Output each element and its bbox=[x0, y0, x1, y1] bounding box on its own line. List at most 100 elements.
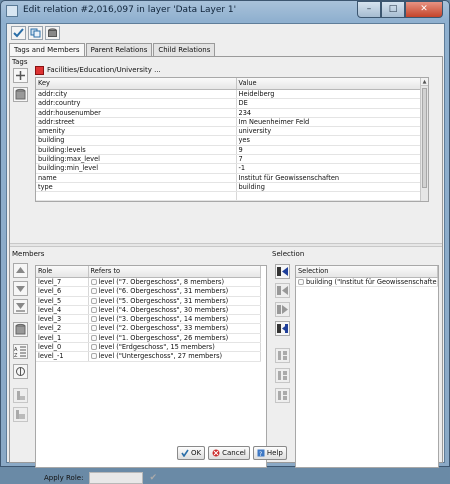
tag-row[interactable]: building:levels 9 bbox=[36, 145, 423, 156]
title-bar[interactable]: Edit relation #2,016,097 in layer 'Data … bbox=[1, 1, 449, 23]
member-ref: level ("7. Obergeschoss", 8 members) bbox=[98, 278, 225, 286]
member-role[interactable]: level_3 bbox=[36, 314, 89, 325]
app-icon bbox=[6, 5, 18, 17]
scroll-thumb[interactable] bbox=[422, 88, 427, 188]
member-role[interactable]: level_6 bbox=[36, 286, 89, 297]
tag-value[interactable]: 7 bbox=[236, 154, 423, 165]
tag-key[interactable]: type bbox=[36, 182, 237, 193]
member-row[interactable]: level_5 level ("5. Obergeschoss", 31 memb… bbox=[36, 296, 261, 306]
member-role[interactable]: level_-1 bbox=[36, 351, 89, 362]
member-row[interactable]: level_-1 level ("Untergeschoss", 27 membe… bbox=[36, 351, 261, 362]
tag-row[interactable]: addr:housenumber 234 bbox=[36, 108, 423, 118]
tag-value[interactable]: DE bbox=[236, 98, 423, 109]
refers-to-column-header[interactable]: Refers to bbox=[88, 266, 261, 278]
key-column-header[interactable]: Key bbox=[36, 78, 237, 90]
tag-value[interactable]: Institut für Geowissenschaften bbox=[236, 173, 423, 183]
tag-key[interactable]: building:max_level bbox=[36, 154, 237, 165]
tag-value[interactable]: 234 bbox=[236, 108, 423, 118]
help-button[interactable]: ? Help bbox=[252, 446, 287, 460]
tab-parent-relations[interactable]: Parent Relations bbox=[85, 43, 153, 56]
member-role[interactable]: level_7 bbox=[36, 277, 89, 288]
member-role[interactable]: level_4 bbox=[36, 305, 89, 316]
tag-row[interactable]: building:max_level 7 bbox=[36, 154, 423, 165]
tag-table-scrollbar[interactable]: ▲ bbox=[420, 78, 428, 201]
scroll-up-icon[interactable]: ▲ bbox=[421, 78, 428, 86]
tag-value[interactable]: Im Neuenheimer Feld bbox=[236, 117, 423, 128]
tag-value[interactable]: Heidelberg bbox=[236, 89, 423, 100]
apply-role-check-icon[interactable]: ✔ bbox=[149, 473, 160, 484]
selection-row[interactable]: building ("Institut für Geowissenschafte… bbox=[296, 277, 438, 288]
apply-role-input[interactable] bbox=[89, 472, 144, 484]
member-row[interactable]: level_7 level ("7. Obergeschoss", 8 membe… bbox=[36, 277, 261, 288]
tag-key[interactable]: building:levels bbox=[36, 145, 237, 156]
member-role[interactable]: level_5 bbox=[36, 296, 89, 306]
member-role[interactable]: level_2 bbox=[36, 323, 89, 334]
role-column-header[interactable]: Role bbox=[36, 266, 89, 278]
add-tag-button[interactable] bbox=[13, 68, 28, 83]
member-row[interactable]: level_3 level ("3. Obergeschoss", 14 memb… bbox=[36, 314, 261, 325]
remove-selected-button[interactable] bbox=[275, 388, 290, 403]
member-role[interactable]: level_0 bbox=[36, 342, 89, 353]
download-incomplete-button[interactable] bbox=[13, 407, 28, 422]
close-button[interactable]: ✕ bbox=[405, 1, 443, 18]
member-row[interactable]: level_2 level ("2. Obergeschoss", 33 memb… bbox=[36, 323, 261, 334]
value-column-header[interactable]: Value bbox=[236, 78, 423, 90]
split-divider[interactable] bbox=[10, 243, 442, 247]
delete-tag-button[interactable] bbox=[13, 87, 28, 102]
reverse-order-button[interactable] bbox=[13, 364, 28, 379]
add-selected-at-start-button[interactable] bbox=[275, 264, 290, 279]
tag-value[interactable]: university bbox=[236, 126, 423, 137]
select-in-list-button[interactable] bbox=[275, 368, 290, 383]
tab-tags-and-members[interactable]: Tags and Members bbox=[9, 43, 85, 56]
tag-key[interactable]: name bbox=[36, 173, 237, 183]
tag-value[interactable]: building bbox=[236, 182, 423, 193]
duplicate-relation-icon[interactable] bbox=[28, 26, 43, 40]
maximize-button[interactable]: □ bbox=[381, 1, 405, 18]
tab-child-relations[interactable]: Child Relations bbox=[153, 43, 216, 56]
add-selected-at-end-button[interactable] bbox=[275, 321, 290, 336]
tag-value[interactable]: yes bbox=[236, 135, 423, 146]
tag-row-empty[interactable] bbox=[36, 191, 423, 201]
download-members-button[interactable] bbox=[13, 388, 28, 403]
relation-preset-name: Facilities/Education/University ... bbox=[47, 66, 161, 74]
tag-key[interactable]: amenity bbox=[36, 126, 237, 137]
tag-key[interactable]: building bbox=[36, 135, 237, 146]
select-members-button[interactable] bbox=[275, 348, 290, 363]
tag-row[interactable]: addr:street Im Neuenheimer Feld bbox=[36, 117, 423, 128]
tag-row[interactable]: name Institut für Geowissenschaften bbox=[36, 173, 423, 183]
apply-icon[interactable] bbox=[11, 26, 26, 40]
tag-key[interactable]: building:min_level bbox=[36, 163, 237, 174]
add-selected-after-button[interactable] bbox=[275, 302, 290, 317]
tag-row[interactable]: addr:city Heidelberg bbox=[36, 89, 423, 100]
member-row[interactable]: level_0 level ("Erdgeschoss", 15 members) bbox=[36, 342, 261, 353]
tag-key[interactable]: addr:housenumber bbox=[36, 108, 237, 118]
member-row[interactable]: level_1 level ("1. Obergeschoss", 26 memb… bbox=[36, 333, 261, 344]
member-row[interactable]: level_4 level ("4. Obergeschoss", 30 memb… bbox=[36, 305, 261, 316]
tag-key[interactable]: addr:city bbox=[36, 89, 237, 100]
add-selected-before-button[interactable] bbox=[275, 283, 290, 298]
minimize-button[interactable]: – bbox=[357, 1, 381, 18]
tag-value[interactable]: -1 bbox=[236, 163, 423, 174]
move-bottom-button[interactable] bbox=[13, 299, 28, 314]
remove-member-button[interactable] bbox=[13, 322, 28, 337]
sort-members-button[interactable]: AZ bbox=[13, 344, 28, 359]
tag-row[interactable]: type building bbox=[36, 182, 423, 193]
ok-button[interactable]: OK bbox=[177, 446, 206, 460]
tag-key[interactable]: addr:country bbox=[36, 98, 237, 109]
member-ref: level ("3. Obergeschoss", 14 members) bbox=[98, 315, 229, 324]
member-role[interactable]: level_1 bbox=[36, 333, 89, 344]
members-section-label: Members bbox=[12, 250, 45, 258]
relation-icon bbox=[90, 306, 97, 313]
cancel-button[interactable]: Cancel bbox=[208, 446, 250, 460]
tag-row[interactable]: addr:country DE bbox=[36, 98, 423, 109]
tag-row[interactable]: building:min_level -1 bbox=[36, 163, 423, 174]
member-row[interactable]: level_6 level ("6. Obergeschoss", 31 memb… bbox=[36, 286, 261, 297]
move-down-button[interactable] bbox=[13, 281, 28, 296]
tag-value[interactable]: 9 bbox=[236, 145, 423, 156]
delete-relation-icon[interactable] bbox=[45, 26, 60, 40]
tag-key[interactable]: addr:street bbox=[36, 117, 237, 128]
move-up-button[interactable] bbox=[13, 263, 28, 278]
tag-row[interactable]: building yes bbox=[36, 135, 423, 146]
selection-column-header[interactable]: Selection bbox=[296, 266, 438, 278]
tag-row[interactable]: amenity university bbox=[36, 126, 423, 137]
